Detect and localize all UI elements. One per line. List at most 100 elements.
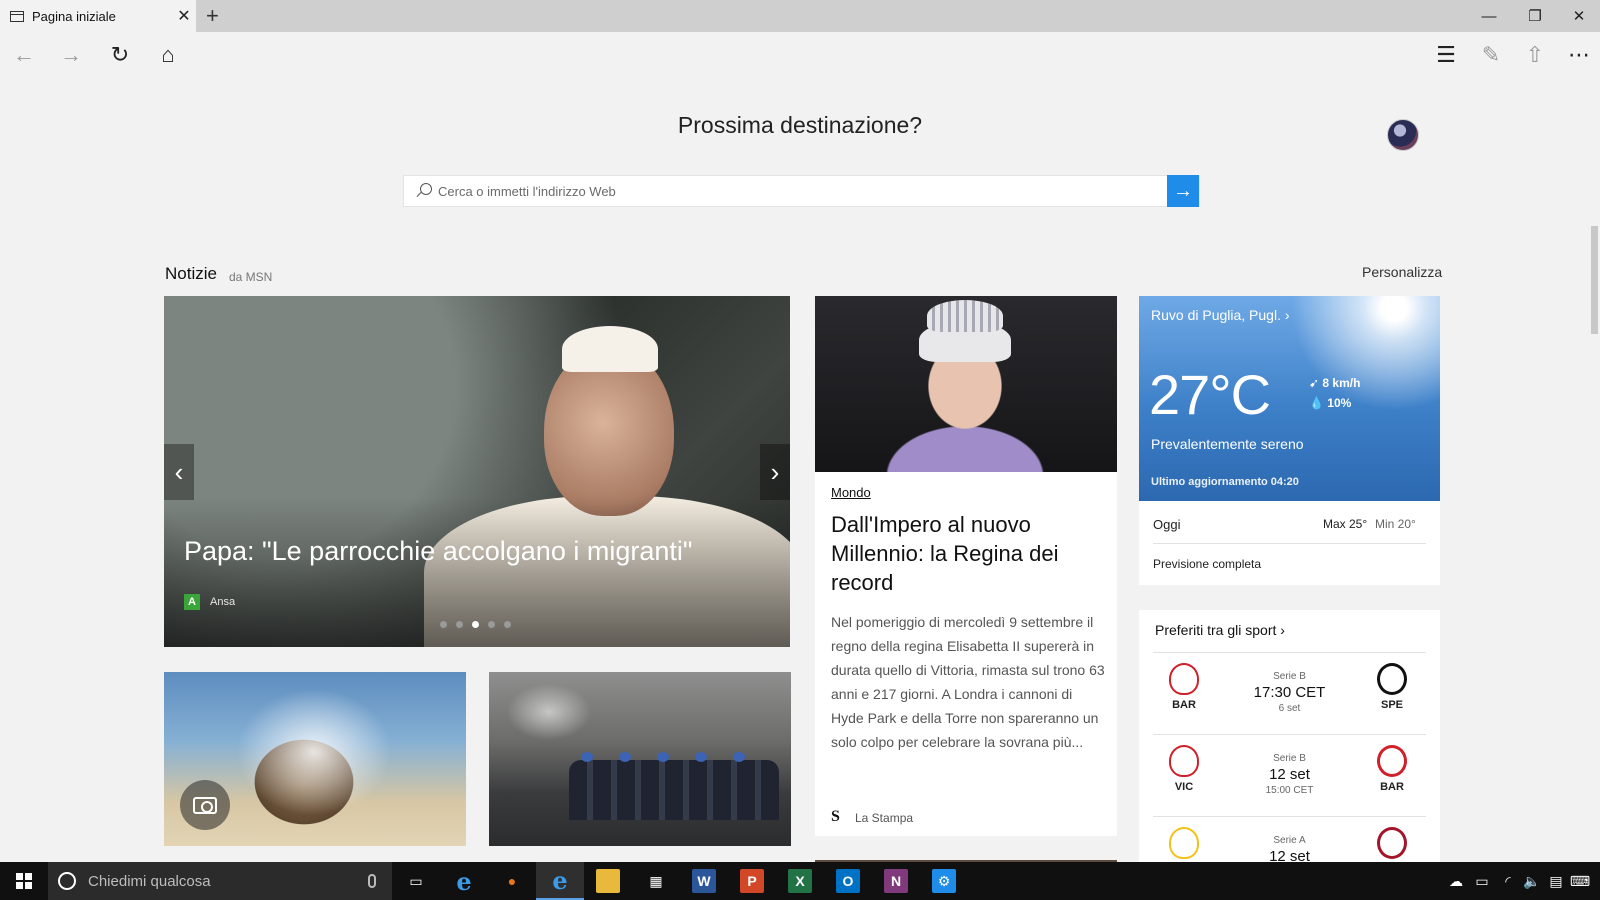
carousel-dot[interactable] bbox=[488, 621, 495, 628]
helmet-shape bbox=[619, 752, 631, 762]
more-icon[interactable]: ⋯ bbox=[1557, 32, 1600, 78]
story-title[interactable]: Dall'Impero al nuovo Millennio: la Regin… bbox=[831, 510, 1107, 597]
taskbar-internet-explorer[interactable]: e bbox=[440, 862, 488, 900]
taskbar-settings[interactable]: ⚙ bbox=[920, 862, 968, 900]
photo-tile-wave[interactable] bbox=[164, 672, 466, 846]
carousel-dot[interactable] bbox=[504, 621, 511, 628]
hub-icon[interactable]: ☰ bbox=[1424, 32, 1468, 78]
match-info: Serie A 12 set bbox=[1223, 817, 1356, 864]
weather-card[interactable]: Ruvo di Puglia, Pugl. › 27°C ➹ 8 km/h 💧 … bbox=[1139, 296, 1440, 501]
wifi-icon[interactable]: ◜ bbox=[1496, 862, 1520, 900]
avatar[interactable] bbox=[1387, 119, 1419, 151]
taskbar-edge[interactable]: e bbox=[536, 862, 584, 900]
match-row[interactable]: Serie A 12 set bbox=[1153, 816, 1426, 864]
story-image[interactable] bbox=[815, 296, 1117, 472]
search-icon bbox=[404, 176, 438, 206]
away-team-abbr: BAR bbox=[1380, 781, 1404, 793]
forward-button[interactable]: → bbox=[49, 32, 93, 78]
store-icon: ▦ bbox=[649, 872, 663, 889]
taskbar-word[interactable]: W bbox=[680, 862, 728, 900]
task-view-icon: ▭ bbox=[409, 872, 423, 889]
weather-location[interactable]: Ruvo di Puglia, Pugl. › bbox=[1151, 307, 1290, 323]
back-button[interactable]: ← bbox=[2, 32, 46, 78]
file-explorer-icon: ▬ bbox=[596, 869, 620, 893]
story-category[interactable]: Mondo bbox=[831, 485, 871, 500]
volume-icon[interactable]: 🔈 bbox=[1520, 862, 1544, 900]
carousel-headline[interactable]: Papa: "Le parrocchie accolgano i migrant… bbox=[184, 536, 692, 567]
keyboard-icon[interactable]: ⌨ bbox=[1568, 862, 1592, 900]
tab-title: Pagina iniziale bbox=[32, 8, 116, 24]
carousel-dot[interactable] bbox=[472, 621, 479, 628]
news-source: da MSN bbox=[229, 270, 273, 284]
sports-card: Preferiti tra gli sport › BAR Serie B 17:3… bbox=[1139, 610, 1440, 864]
away-team-abbr: SPE bbox=[1380, 699, 1403, 711]
taskbar-firefox[interactable]: ● bbox=[488, 862, 536, 900]
forecast-min: Min 20° bbox=[1375, 517, 1416, 531]
carousel-prev-button[interactable]: ‹ bbox=[164, 444, 194, 500]
weather-forecast: Oggi Max 25° Min 20° Previsione completa bbox=[1139, 501, 1440, 585]
microphone-icon[interactable] bbox=[368, 874, 376, 888]
taskbar-onenote[interactable]: N bbox=[872, 862, 920, 900]
cortana-search-input[interactable]: Chiedimi qualcosa bbox=[88, 873, 368, 890]
taskbar-file-explorer[interactable]: ▬ bbox=[584, 862, 632, 900]
powerpoint-icon: P bbox=[740, 869, 764, 893]
helmet-shape bbox=[733, 752, 745, 762]
full-forecast-link[interactable]: Previsione completa bbox=[1153, 557, 1261, 571]
cortana-search[interactable]: Chiedimi qualcosa bbox=[48, 862, 392, 900]
web-note-icon[interactable]: ✎ bbox=[1469, 32, 1513, 78]
match-time: 17:30 CET bbox=[1253, 684, 1326, 701]
carousel-dot[interactable] bbox=[456, 621, 463, 628]
search-input[interactable] bbox=[438, 183, 1167, 199]
team-crest-icon bbox=[1377, 663, 1407, 695]
minimize-button[interactable]: — bbox=[1466, 0, 1512, 32]
taskbar: Chiedimi qualcosa ▭ e ● e ▬ ▦ W P X O N ⚙ ☁ ▭ ◜ 🔈 ▤… bbox=[0, 862, 1600, 900]
sports-header[interactable]: Preferiti tra gli sport › bbox=[1155, 622, 1285, 638]
new-tab-button[interactable]: + bbox=[206, 3, 219, 29]
weather-wind: ➹ 8 km/h bbox=[1309, 376, 1361, 390]
scrollbar-thumb[interactable] bbox=[1591, 226, 1598, 334]
news-carousel[interactable]: ‹ › Papa: "Le parrocchie accolgano i mig… bbox=[164, 296, 790, 647]
match-row[interactable]: BAR Serie B 17:30 CET 6 set SPE bbox=[1153, 652, 1426, 734]
taskbar-store[interactable]: ▦ bbox=[632, 862, 680, 900]
humidity-value: 10% bbox=[1327, 396, 1352, 410]
away-team: SPE bbox=[1367, 653, 1417, 711]
onedrive-icon[interactable]: ▭ bbox=[1470, 862, 1494, 900]
taskbar-excel[interactable]: X bbox=[776, 862, 824, 900]
weather-temperature: 27°C bbox=[1149, 363, 1271, 426]
weather-updated: Ultimo aggiornamento 04:20 bbox=[1151, 476, 1299, 488]
start-button[interactable] bbox=[0, 862, 48, 900]
action-center-icon[interactable]: ▤ bbox=[1544, 862, 1568, 900]
close-window-button[interactable]: ✕ bbox=[1556, 0, 1600, 32]
match-date: 15:00 CET bbox=[1265, 785, 1314, 796]
home-team-abbr: VIC bbox=[1174, 781, 1194, 793]
personalize-link[interactable]: Personalizza bbox=[1362, 264, 1442, 280]
page-icon bbox=[10, 10, 24, 22]
share-icon[interactable]: ⇧ bbox=[1513, 32, 1557, 78]
home-button[interactable]: ⌂ bbox=[146, 32, 190, 78]
close-tab-icon[interactable]: ✕ bbox=[172, 6, 196, 26]
taskbar-outlook[interactable]: O bbox=[824, 862, 872, 900]
story-card[interactable]: Mondo Dall'Impero al nuovo Millennio: la… bbox=[815, 472, 1117, 836]
team-crest-icon bbox=[1169, 663, 1199, 695]
tab-home[interactable]: Pagina iniziale ✕ bbox=[0, 0, 196, 32]
refresh-button[interactable]: ↻ bbox=[98, 32, 142, 78]
search-go-button[interactable]: → bbox=[1167, 175, 1199, 207]
taskbar-task-view[interactable]: ▭ bbox=[392, 862, 440, 900]
divider bbox=[1153, 543, 1426, 544]
internet-explorer-icon: e bbox=[456, 866, 472, 896]
weather-condition: Prevalentemente sereno bbox=[1151, 436, 1304, 452]
home-team-abbr: BAR bbox=[1172, 699, 1196, 711]
match-row[interactable]: VIC Serie B 12 set 15:00 CET BAR bbox=[1153, 734, 1426, 816]
word-icon: W bbox=[692, 869, 716, 893]
taskbar-powerpoint[interactable]: P bbox=[728, 862, 776, 900]
photo-tile-police[interactable] bbox=[489, 672, 791, 846]
carousel-dot[interactable] bbox=[440, 621, 447, 628]
wind-value: 8 km/h bbox=[1322, 376, 1361, 390]
away-team bbox=[1367, 817, 1417, 863]
restore-button[interactable]: ❐ bbox=[1512, 0, 1558, 32]
carousel-dots bbox=[440, 621, 511, 628]
home-team: VIC bbox=[1159, 735, 1209, 793]
network-sync-icon[interactable]: ☁ bbox=[1444, 862, 1468, 900]
carousel-next-button[interactable]: › bbox=[760, 444, 790, 500]
match-info: Serie B 17:30 CET 6 set bbox=[1223, 653, 1356, 714]
